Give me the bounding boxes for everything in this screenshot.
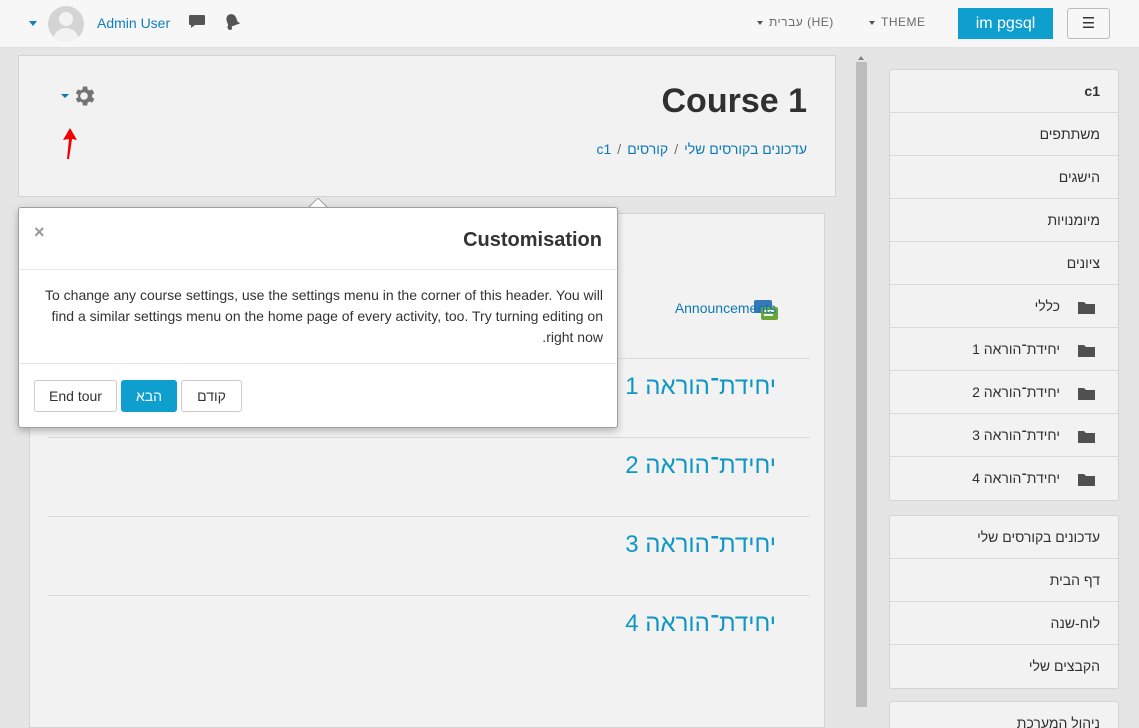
sidebar-link-course-updates[interactable]: עדכונים בקורסים שלי bbox=[890, 516, 1118, 559]
section-title-3[interactable]: יחידת־הוראה 3 bbox=[625, 531, 776, 559]
close-icon[interactable]: × bbox=[34, 222, 45, 243]
tour-body: To change any course settings, use the s… bbox=[44, 287, 603, 345]
page-title: Course 1 bbox=[661, 82, 808, 120]
sidebar-item-section-4[interactable]: יחידת־הוראה 4 bbox=[890, 457, 1118, 500]
top-navbar: Admin User עברית (HE) THEME im pgsql ☰ bbox=[0, 0, 1139, 48]
section-title-1[interactable]: יחידת־הוראה 1 bbox=[625, 373, 776, 401]
folder-icon bbox=[1078, 474, 1095, 486]
user-menu-caret-icon[interactable] bbox=[29, 21, 37, 26]
folder-icon bbox=[1078, 388, 1095, 400]
sidebar-item-section-1[interactable]: יחידת־הוראה 1 bbox=[890, 328, 1118, 371]
breadcrumb-item-courses[interactable]: קורסים bbox=[627, 141, 668, 157]
sidebar-item-participants[interactable]: משתתפים bbox=[890, 113, 1118, 156]
breadcrumb-item-updates[interactable]: עדכונים בקורסים שלי bbox=[684, 141, 807, 157]
breadcrumb-separator: / bbox=[674, 141, 679, 157]
theme-menu[interactable]: THEME bbox=[869, 15, 926, 29]
sidebar-link-home[interactable]: דף הבית bbox=[890, 559, 1118, 602]
sidebar-link-private-files[interactable]: הקבצים שלי bbox=[890, 645, 1118, 688]
sidebar-item-general[interactable]: כללי bbox=[890, 285, 1118, 328]
folder-icon bbox=[1078, 431, 1095, 443]
section-4: יחידת־הוראה 4 bbox=[48, 595, 810, 675]
site-name-button[interactable]: im pgsql bbox=[958, 8, 1053, 39]
chevron-down-icon bbox=[869, 20, 875, 25]
previous-button[interactable]: קודם bbox=[181, 380, 242, 412]
red-arrow-icon bbox=[63, 128, 77, 159]
scrollbar[interactable] bbox=[856, 62, 867, 707]
folder-icon bbox=[1078, 302, 1095, 314]
next-button[interactable]: הבא bbox=[121, 380, 177, 412]
sidebar-item-c1[interactable]: c1 bbox=[890, 70, 1118, 113]
section-title-2[interactable]: יחידת־הוראה 2 bbox=[625, 452, 776, 480]
chevron-down-icon bbox=[757, 20, 763, 25]
avatar[interactable] bbox=[48, 6, 84, 42]
divider bbox=[19, 363, 617, 364]
settings-caret-icon[interactable] bbox=[61, 94, 69, 98]
sidebar-item-section-2[interactable]: יחידת־הוראה 2 bbox=[890, 371, 1118, 414]
tour-title: Customisation bbox=[463, 229, 602, 251]
course-header: Course 1 עדכונים בקורסים שלי / קורסים / c1 bbox=[18, 55, 836, 197]
hamburger-icon[interactable]: ☰ bbox=[1067, 8, 1110, 39]
end-tour-button[interactable]: End tour bbox=[34, 380, 117, 412]
breadcrumb-item-c1[interactable]: c1 bbox=[597, 141, 612, 157]
links-block: עדכונים בקורסים שלי דף הבית לוח-שנה הקבצ… bbox=[889, 515, 1119, 689]
section-3: יחידת־הוראה 3 bbox=[48, 516, 810, 596]
sidebar-item-section-3[interactable]: יחידת־הוראה 3 bbox=[890, 414, 1118, 457]
section-2: יחידת־הוראה 2 bbox=[48, 437, 810, 517]
messages-icon[interactable] bbox=[189, 15, 205, 28]
sidebar-item-site-admin[interactable]: ניהול המערכת bbox=[890, 702, 1118, 728]
sidebar-link-calendar[interactable]: לוח-שנה bbox=[890, 602, 1118, 645]
sidebar-item-competencies[interactable]: מיומנויות bbox=[890, 199, 1118, 242]
user-name-link[interactable]: Admin User bbox=[97, 15, 170, 31]
navigation-block: c1 משתתפים הישגים מיומנויות ציונים כללי … bbox=[889, 69, 1119, 501]
language-menu[interactable]: עברית (HE) bbox=[757, 15, 834, 29]
notification-bell-icon[interactable] bbox=[224, 13, 240, 30]
folder-icon bbox=[1078, 345, 1095, 357]
tour-popover: × Customisation To change any course set… bbox=[18, 207, 618, 428]
admin-block: ניהול המערכת bbox=[889, 701, 1119, 728]
announcements-link[interactable]: Announcements bbox=[675, 300, 776, 316]
breadcrumb: עדכונים בקורסים שלי / קורסים / c1 bbox=[597, 141, 808, 157]
section-title-4[interactable]: יחידת־הוראה 4 bbox=[625, 610, 776, 638]
sidebar-item-badges[interactable]: הישגים bbox=[890, 156, 1118, 199]
gear-icon[interactable] bbox=[71, 83, 97, 109]
scroll-up-icon[interactable] bbox=[858, 56, 864, 60]
breadcrumb-separator: / bbox=[617, 141, 622, 157]
divider bbox=[19, 269, 617, 270]
language-label: עברית (HE) bbox=[769, 15, 834, 29]
theme-label: THEME bbox=[881, 15, 926, 29]
sidebar-item-grades[interactable]: ציונים bbox=[890, 242, 1118, 285]
